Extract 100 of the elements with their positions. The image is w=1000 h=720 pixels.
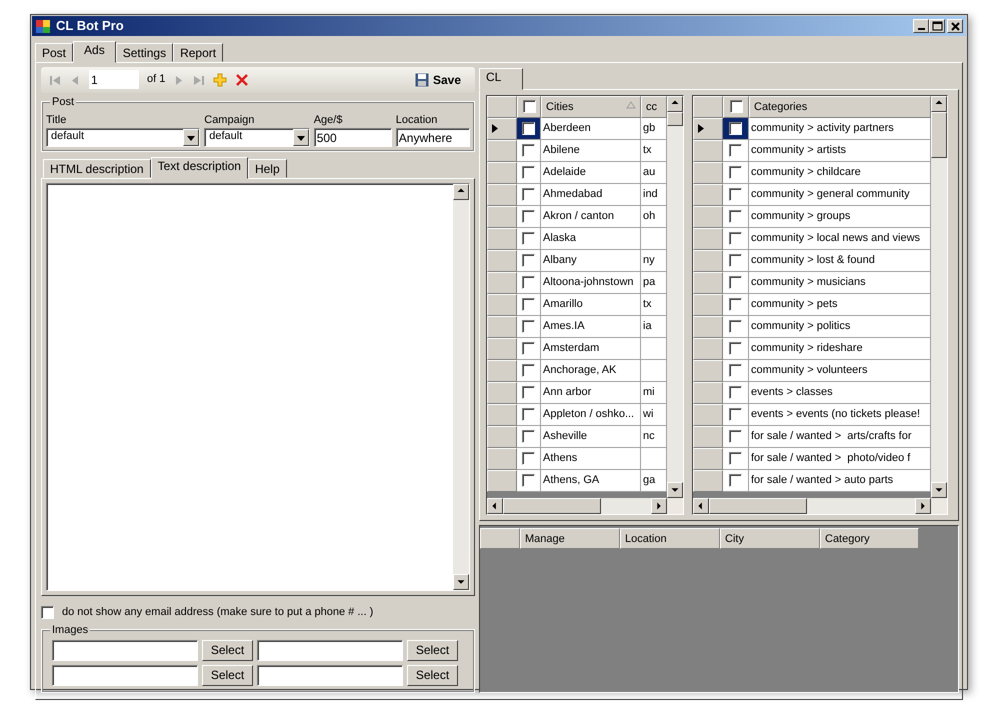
dropdown-arrow-button[interactable]	[183, 129, 200, 146]
column-header[interactable]: Cities	[541, 96, 641, 118]
horizontal-scrollbar[interactable]	[693, 498, 931, 514]
scroll-right-button[interactable]	[915, 498, 931, 514]
scroll-down-button[interactable]	[931, 482, 947, 498]
checkbox-cell[interactable]	[723, 360, 749, 382]
text-field[interactable]: Anywhere	[396, 128, 470, 147]
checkbox-cell[interactable]	[723, 338, 749, 360]
column-header[interactable]: cc	[641, 96, 667, 118]
table-cell: pa	[641, 272, 667, 294]
scroll-up-button[interactable]	[667, 96, 683, 112]
select-button[interactable]: Select	[407, 640, 458, 660]
table-cell	[641, 338, 667, 360]
file-path-field[interactable]	[257, 640, 403, 660]
checkbox-cell[interactable]	[723, 294, 749, 316]
checkbox-cell[interactable]	[517, 404, 541, 426]
row-header[interactable]	[693, 118, 723, 140]
app-icon	[35, 18, 51, 34]
checkbox-cell[interactable]	[723, 470, 749, 492]
dropdown-arrow-button[interactable]	[292, 129, 309, 146]
save-button[interactable]: Save	[408, 70, 467, 90]
checkbox-cell[interactable]	[723, 404, 749, 426]
minimize-button[interactable]	[913, 18, 929, 33]
delete-icon[interactable]	[235, 72, 250, 86]
checkbox-cell[interactable]	[723, 228, 749, 250]
scroll-left-button[interactable]	[693, 498, 709, 514]
checkbox[interactable]	[730, 100, 742, 112]
horizontal-scrollbar[interactable]	[487, 498, 667, 514]
checkbox-cell[interactable]	[723, 382, 749, 404]
checkbox-cell[interactable]	[723, 184, 749, 206]
dropdown-field[interactable]: default	[204, 128, 310, 147]
column-header[interactable]: Categories	[749, 96, 931, 118]
checkbox-cell[interactable]	[517, 470, 541, 492]
column-header[interactable]: Manage	[520, 528, 620, 548]
checkbox-cell[interactable]	[517, 448, 541, 470]
file-path-field[interactable]	[52, 640, 198, 660]
close-button[interactable]	[947, 18, 963, 33]
column-header[interactable]: Location	[620, 528, 720, 548]
scroll-thumb[interactable]	[931, 112, 947, 158]
table-cell: Aberdeen	[541, 118, 641, 140]
tab[interactable]: Text description	[150, 157, 248, 179]
scroll-up-button[interactable]	[931, 96, 947, 112]
row-header[interactable]	[487, 118, 517, 140]
checkbox-cell[interactable]	[517, 316, 541, 338]
scroll-thumb[interactable]	[709, 498, 807, 514]
dropdown-field[interactable]: default	[46, 128, 200, 147]
checkbox[interactable]	[522, 100, 536, 112]
checkbox-cell[interactable]	[723, 118, 749, 140]
checkbox[interactable]	[41, 606, 54, 619]
scroll-down-button[interactable]	[667, 482, 683, 498]
checkbox-cell[interactable]	[517, 338, 541, 360]
checkbox-cell[interactable]	[723, 140, 749, 162]
checkbox-cell[interactable]	[517, 162, 541, 184]
checkbox-cell[interactable]	[723, 448, 749, 470]
checkbox-cell[interactable]	[517, 206, 541, 228]
checkbox-cell[interactable]	[723, 426, 749, 448]
checkbox-cell[interactable]	[517, 228, 541, 250]
tab[interactable]: Report	[173, 42, 224, 62]
checkbox-cell[interactable]	[723, 272, 749, 294]
scroll-thumb[interactable]	[503, 498, 601, 514]
table-cell: community > childcare	[749, 162, 931, 184]
row-pointer-icon	[492, 124, 498, 133]
scroll-down-button[interactable]	[453, 574, 469, 590]
scroll-left-button[interactable]	[487, 498, 503, 514]
select-button[interactable]: Select	[202, 664, 253, 686]
checkbox[interactable]	[522, 122, 535, 134]
checkbox-cell[interactable]	[517, 140, 541, 162]
vertical-scrollbar[interactable]	[931, 96, 947, 498]
maximize-button[interactable]	[929, 18, 945, 33]
checkbox-cell[interactable]	[517, 250, 541, 272]
tab[interactable]: HTML description	[43, 159, 151, 178]
checkbox-cell[interactable]	[723, 162, 749, 184]
checkbox-cell[interactable]	[517, 118, 541, 140]
checkbox-cell[interactable]	[517, 426, 541, 448]
tab[interactable]: Settings	[116, 42, 174, 62]
checkbox-cell[interactable]	[517, 360, 541, 382]
column-header[interactable]: Category	[820, 528, 919, 548]
scroll-thumb[interactable]	[667, 112, 683, 126]
select-button[interactable]: Select	[407, 664, 458, 686]
tab[interactable]: Ads	[73, 40, 116, 62]
tab[interactable]: CL	[479, 68, 523, 90]
checkbox-cell[interactable]	[517, 184, 541, 206]
file-path-field[interactable]	[257, 664, 403, 686]
checkbox-cell[interactable]	[723, 250, 749, 272]
column-header[interactable]: City	[720, 528, 820, 548]
text-field[interactable]: 500	[314, 128, 392, 147]
checkbox[interactable]	[729, 122, 742, 134]
checkbox-cell[interactable]	[517, 272, 541, 294]
scroll-right-button[interactable]	[651, 498, 667, 514]
scroll-up-button[interactable]	[453, 184, 469, 200]
page-field[interactable]: 1	[89, 70, 139, 89]
vertical-scrollbar[interactable]	[667, 96, 683, 498]
checkbox-cell[interactable]	[517, 294, 541, 316]
tab[interactable]: Post	[35, 42, 74, 62]
checkbox-cell[interactable]	[723, 206, 749, 228]
checkbox-cell[interactable]	[723, 316, 749, 338]
select-button[interactable]: Select	[202, 640, 253, 660]
file-path-field[interactable]	[52, 664, 198, 686]
checkbox-cell[interactable]	[517, 382, 541, 404]
tab[interactable]: Help	[248, 159, 287, 178]
